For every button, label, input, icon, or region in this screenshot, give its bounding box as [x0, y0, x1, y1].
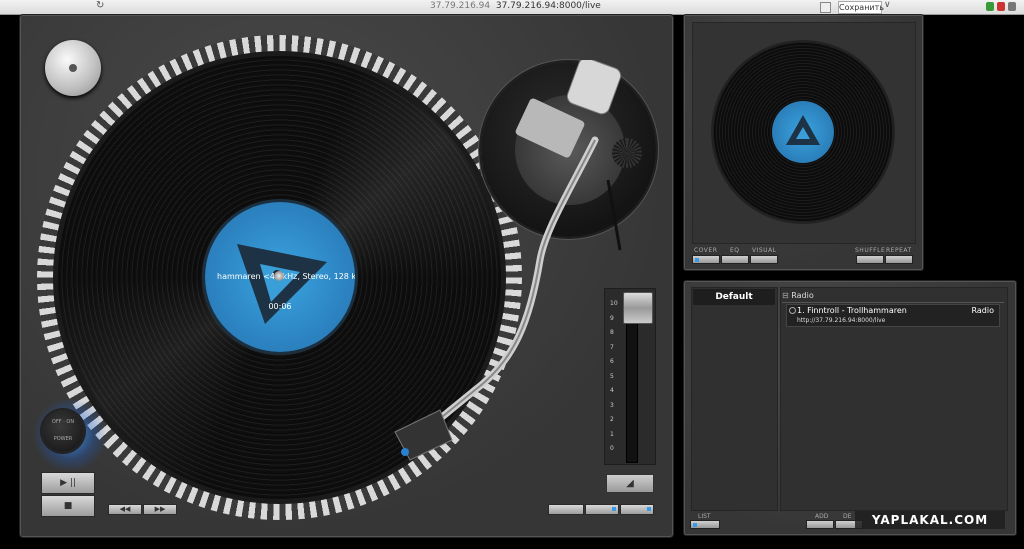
page-icon[interactable]: [820, 2, 831, 13]
indicator-icon: [612, 507, 616, 511]
extension-icon[interactable]: [986, 2, 994, 11]
cover-button[interactable]: [692, 255, 720, 264]
play-pause-button[interactable]: ▶ ||: [41, 472, 95, 494]
start-knob[interactable]: [45, 40, 101, 96]
pitch-tick-label: 0: [610, 445, 614, 452]
delete-label: DE: [843, 513, 852, 520]
playlist-tabs: [691, 287, 778, 511]
elapsed-time: 00:06: [268, 302, 292, 311]
cover-label: COVER: [694, 247, 718, 254]
menu-icon[interactable]: [1008, 2, 1016, 11]
power-knob[interactable]: OFF · ON POWER: [42, 410, 84, 452]
shuffle-button[interactable]: [856, 255, 884, 264]
list-button[interactable]: [690, 520, 720, 529]
pitch-tick-label: 5: [610, 372, 614, 380]
spindle: [274, 271, 284, 281]
logo-icon: [786, 115, 820, 145]
add-label: ADD: [815, 513, 829, 520]
playlist-group-header[interactable]: ⊟ Radio: [782, 291, 1004, 303]
indicator-icon: [647, 507, 651, 511]
pitch-tick-label: 10: [610, 300, 618, 307]
pitch-tick-label: 3: [610, 401, 614, 409]
visual-button[interactable]: [750, 255, 778, 264]
repeat-button[interactable]: [885, 255, 913, 264]
extension-icon[interactable]: [997, 2, 1005, 11]
extension-icons: [984, 0, 1024, 14]
view-button-3[interactable]: [620, 504, 654, 515]
view-button-2[interactable]: [585, 504, 619, 515]
stop-button[interactable]: ■: [41, 495, 95, 517]
shuffle-label: SHUFFLE: [855, 247, 886, 254]
url-host: 37.79.216.94: [430, 1, 491, 11]
pitch-tick-label: 1: [610, 430, 614, 438]
pitch-tick-label: 8: [610, 329, 614, 336]
indicator-icon: [693, 523, 697, 527]
track-url: http://37.79.216.94:8000/live: [797, 317, 886, 324]
collapse-icon[interactable]: ⊟: [782, 291, 789, 300]
pitch-slider-handle[interactable]: [623, 292, 653, 324]
repeat-label: REPEAT: [886, 247, 912, 254]
playlist-tab-default[interactable]: Default: [693, 289, 775, 305]
eq-label: EQ: [730, 247, 740, 254]
pitch-tick-label: 4: [610, 387, 614, 394]
watermark: YAPLAKAL.COM: [855, 511, 1005, 529]
power-on-off-label: OFF · ON: [51, 419, 75, 425]
pitch-scale: 10 9 8 7 6 5 4 3 2 1 0: [604, 300, 624, 460]
playlist-row[interactable]: 1. Finntroll - Trollhammaren http://37.7…: [786, 304, 1000, 327]
previous-button[interactable]: ◀◀: [108, 504, 142, 515]
eq-button[interactable]: [721, 255, 749, 264]
list-label: LIST: [698, 513, 711, 520]
pitch-reset-button[interactable]: ◢: [606, 474, 654, 493]
save-button[interactable]: Сохранить: [838, 1, 884, 14]
mini-record-label: [772, 101, 834, 163]
url-full: 37.79.216.94:8000/live: [495, 1, 601, 11]
view-button-1[interactable]: [548, 504, 584, 515]
pitch-tick-label: 9: [610, 314, 614, 322]
pitch-tick-label: 2: [610, 416, 614, 423]
next-button[interactable]: ▶▶: [143, 504, 177, 515]
group-name: Radio: [791, 291, 814, 300]
pitch-tick-label: 7: [610, 343, 614, 351]
pitch-tick-label: 6: [610, 358, 614, 365]
chevron-down-icon[interactable]: ∨: [884, 0, 891, 10]
power-label: POWER: [53, 436, 73, 442]
address-field[interactable]: 37.79.216.94 37.79.216.94:8000/live: [430, 1, 601, 11]
visual-label: VISUAL: [752, 247, 777, 254]
indicator-icon: [695, 258, 699, 262]
browser-address-bar: ↻ 37.79.216.94 37.79.216.94:8000/live Со…: [0, 0, 1024, 15]
playing-icon: [789, 307, 796, 314]
reload-icon[interactable]: ↻: [96, 0, 104, 11]
add-button[interactable]: [806, 520, 834, 529]
track-source: Radio: [971, 306, 994, 315]
track-title: 1. Finntroll - Trollhammaren: [797, 306, 907, 315]
